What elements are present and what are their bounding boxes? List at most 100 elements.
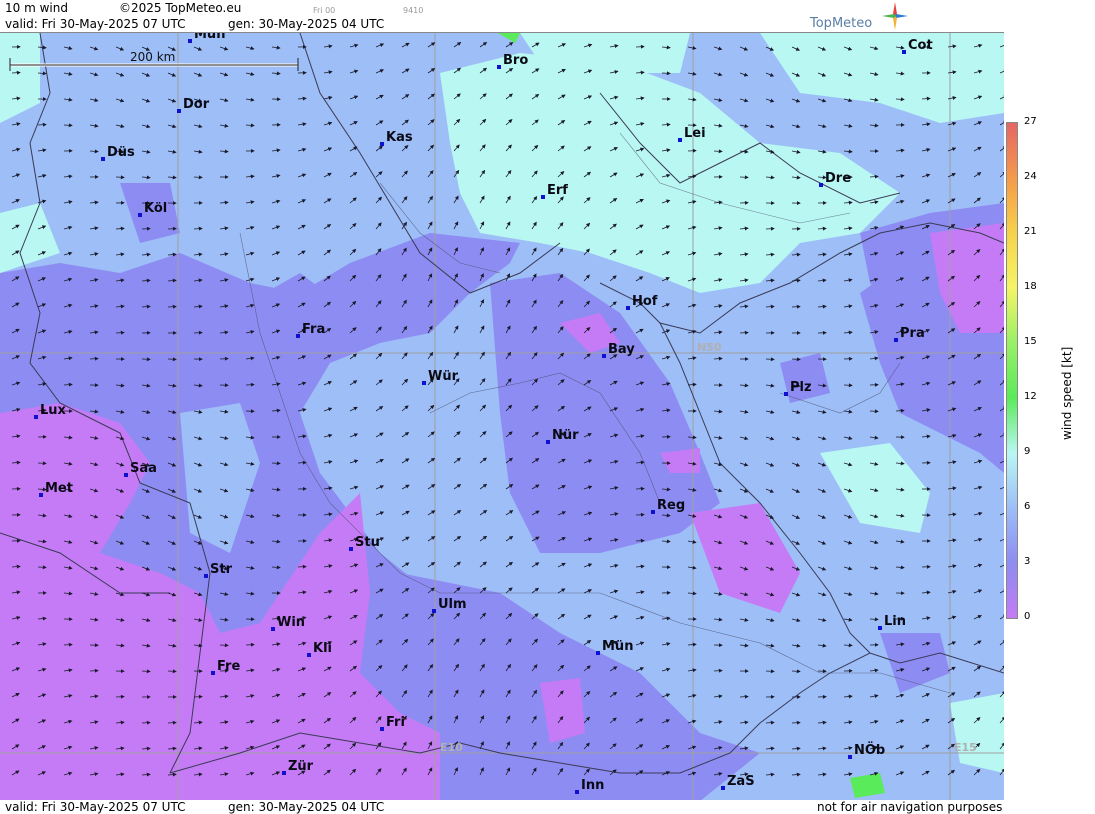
wind-arrow: [791, 720, 801, 725]
field-title: 10 m wind: [5, 1, 68, 15]
colorbar-tick: 12: [1024, 391, 1037, 402]
city-dot: [296, 334, 300, 338]
city-dot: [878, 626, 882, 630]
city-label: Win: [277, 615, 305, 630]
wind-arrow: [115, 330, 125, 335]
city-dot: [101, 157, 105, 161]
city-label: Str: [210, 562, 233, 577]
wind-arrow: [297, 460, 307, 465]
small-code: 9410: [403, 6, 424, 15]
logo-text: TopMeteo: [810, 16, 873, 31]
city-label: Fre: [217, 659, 240, 674]
wind-arrow: [11, 70, 21, 75]
city-label: Kas: [386, 130, 413, 145]
city-dot: [651, 510, 655, 514]
city-label: Inn: [581, 778, 604, 793]
city-label: Lin: [884, 614, 906, 629]
city-label: Nür: [552, 428, 579, 443]
city-dot: [497, 65, 501, 69]
wind-map[interactable]: 200 km N50 E10 E15 Mün Bro Cot Dor Kas Lei Düs…: [0, 32, 1004, 802]
city-label: Bay: [608, 342, 635, 357]
city-marker: Ulm: [432, 597, 467, 613]
city-dot: [848, 755, 852, 759]
wind-arrow: [167, 669, 177, 674]
city-dot: [307, 653, 311, 657]
wind-arrow: [895, 408, 905, 413]
compass-icon: [882, 2, 908, 30]
disclaimer: not for air navigation purposes: [817, 800, 1003, 814]
city-label: Plz: [790, 380, 812, 395]
colorbar-tick: 21: [1024, 226, 1037, 237]
city-dot: [784, 392, 788, 396]
city-label: Mün: [194, 33, 225, 42]
colorbar-tick: 9: [1024, 446, 1031, 457]
wind-arrow: [739, 330, 749, 335]
city-label: Cot: [908, 38, 933, 53]
colorbar-tick: 3: [1024, 556, 1031, 567]
city-label: Ulm: [438, 597, 467, 612]
city-dot: [138, 213, 142, 217]
city-dot: [204, 574, 208, 578]
wind-arrow: [141, 720, 151, 725]
city-dot: [177, 109, 181, 113]
city-label: Köl: [144, 201, 167, 216]
city-marker: Mün: [596, 639, 633, 655]
city-dot: [626, 306, 630, 310]
city-dot: [380, 142, 384, 146]
wind-arrow: [37, 122, 47, 127]
city-dot: [349, 547, 353, 551]
city-marker: NÖb: [848, 742, 885, 759]
city-dot: [380, 727, 384, 731]
colorbar-tick: 6: [1024, 501, 1031, 512]
city-dot: [541, 195, 545, 199]
city-marker: Düs: [101, 145, 135, 161]
city-dot: [546, 440, 550, 444]
city-label: Met: [45, 481, 73, 496]
city-dot: [422, 381, 426, 385]
colorbar-tick: 18: [1024, 281, 1037, 292]
city-dot: [575, 790, 579, 794]
wind-arrow: [895, 97, 905, 102]
colorbar-tick: 27: [1024, 116, 1037, 127]
wind-arrow: [271, 461, 281, 466]
colorbar: [1006, 122, 1018, 619]
city-dot: [188, 39, 192, 43]
wind-arrow: [739, 694, 749, 699]
city-dot: [211, 671, 215, 675]
city-dot: [894, 338, 898, 342]
wind-arrow: [297, 564, 307, 569]
city-label: Erf: [547, 183, 568, 198]
valid-time: valid: Fri 30-May-2025 07 UTC: [5, 17, 186, 31]
city-label: Wür: [428, 369, 459, 384]
footer-gen: gen: 30-May-2025 04 UTC: [228, 800, 385, 814]
wind-arrow: [843, 643, 853, 648]
city-marker: ZaS: [721, 774, 755, 790]
wind-arrow: [791, 669, 801, 674]
city-dot: [819, 183, 823, 187]
scale-bar-label: 200 km: [130, 50, 175, 64]
city-label: Dre: [825, 171, 851, 186]
grid-label-n50: N50: [697, 341, 722, 354]
city-dot: [39, 493, 43, 497]
city-dot: [596, 651, 600, 655]
city-label: ZaS: [727, 774, 755, 789]
grid-label-e15: E15: [954, 741, 977, 754]
city-marker: Wür: [422, 369, 459, 385]
city-dot: [271, 627, 275, 631]
topmeteo-logo[interactable]: TopMeteo: [810, 2, 908, 32]
city-label: Pra: [900, 326, 925, 341]
wind-arrow: [167, 304, 177, 309]
city-marker: Met: [39, 481, 73, 497]
city-label: Fra: [302, 322, 325, 337]
wind-arrow: [713, 668, 723, 673]
city-dot: [34, 415, 38, 419]
wind-arrow: [193, 175, 203, 180]
city-label: NÖb: [854, 742, 885, 758]
wind-arrow: [167, 720, 177, 725]
city-dot: [282, 771, 286, 775]
city-label: Reg: [657, 498, 685, 513]
city-label: Zür: [288, 759, 314, 774]
city-label: Hof: [632, 294, 658, 309]
city-dot: [432, 609, 436, 613]
city-dot: [721, 786, 725, 790]
